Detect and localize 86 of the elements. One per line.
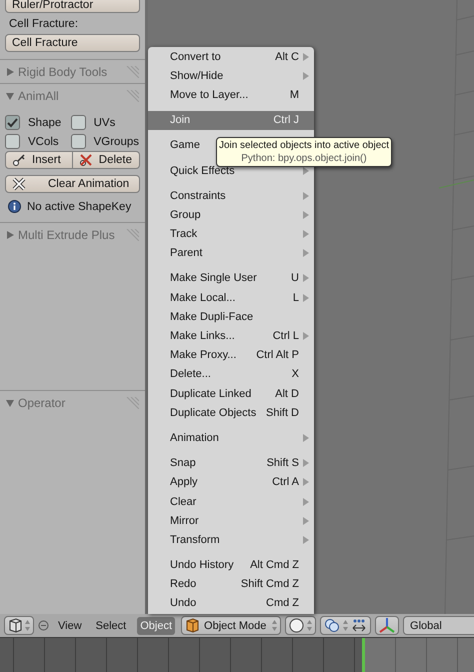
- menu-item[interactable]: Track: [148, 224, 314, 244]
- menu-item[interactable]: Delete... X: [148, 364, 314, 384]
- shortcut-text: Alt Cmd Z: [250, 559, 299, 572]
- manipulator-icon: [351, 618, 368, 633]
- menu-item[interactable]: Make Local... L: [148, 288, 314, 308]
- menu-item[interactable]: Convert to Alt C: [148, 47, 314, 66]
- checkbox[interactable]: VCols: [5, 134, 71, 149]
- shortcut-text: X: [292, 368, 299, 380]
- cube-icon: [8, 618, 22, 633]
- shortcut-text: Shift Cmd Z: [240, 578, 299, 590]
- menu-item[interactable]: Transform: [148, 530, 314, 550]
- menu-item[interactable]: Move to Layer... M: [148, 85, 314, 105]
- cube-icon: [185, 618, 200, 633]
- menu-item[interactable]: Animation: [148, 428, 314, 448]
- menu-item[interactable]: Object: [137, 616, 176, 634]
- menu-item[interactable]: Duplicate Objects Shift D: [148, 403, 314, 422]
- pivot-select[interactable]: [320, 616, 372, 635]
- shortcut-text: L: [292, 292, 299, 304]
- up-down-icon: [272, 620, 278, 631]
- up-down-icon: [25, 620, 30, 631]
- shortcut-text: Alt C: [275, 50, 299, 63]
- menu-item[interactable]: Clear: [148, 492, 314, 512]
- menu-item[interactable]: Constraints: [148, 186, 314, 206]
- cross-icon: [12, 177, 26, 191]
- shading-select[interactable]: [285, 616, 316, 635]
- checkbox-box[interactable]: [5, 134, 20, 149]
- orientation-select[interactable]: Global: [403, 616, 474, 635]
- checkbox[interactable]: Shape: [5, 115, 71, 130]
- menu-item[interactable]: Group: [148, 205, 314, 224]
- insert-button[interactable]: Insert: [5, 151, 73, 169]
- menu-item[interactable]: Join Ctrl J: [148, 110, 314, 130]
- shortcut-text: M: [290, 88, 299, 101]
- checkbox[interactable]: UVs: [70, 115, 139, 130]
- menu-item[interactable]: Select: [92, 616, 130, 634]
- checkmark-icon: [7, 118, 18, 128]
- shortcut-text: Shift S: [266, 457, 299, 470]
- menu-item[interactable]: Redo Shift Cmd Z: [148, 574, 314, 594]
- shortcut-text: Ctrl L: [272, 330, 299, 342]
- menu-item[interactable]: Make Links... Ctrl L: [148, 326, 314, 346]
- checkbox-box[interactable]: [70, 115, 86, 130]
- sphere-icon: [289, 618, 304, 633]
- shortcut-text: Ctrl Alt P: [256, 349, 299, 362]
- clear-animation-button[interactable]: Clear Animation: [5, 175, 140, 193]
- delete-key-icon: [78, 153, 93, 167]
- mode-select[interactable]: Object Mode: [181, 616, 282, 635]
- menu-item[interactable]: Show/Hide: [148, 66, 314, 86]
- menu-item[interactable]: Make Single User U: [148, 268, 314, 288]
- axis-icon: [379, 617, 396, 634]
- section-label: Cell Fracture:: [8, 17, 80, 32]
- grip-icon[interactable]: [125, 66, 139, 78]
- menu-item[interactable]: Duplicate Linked Alt D: [148, 384, 314, 404]
- pivot-icon: [324, 618, 340, 633]
- orientation-toggle[interactable]: [375, 616, 400, 635]
- checkbox-box[interactable]: [70, 134, 86, 149]
- shortcut-text: U: [291, 272, 299, 284]
- key-icon: [12, 153, 26, 167]
- tooltip-text: Join selected objects into active object: [218, 139, 390, 152]
- info-icon: [8, 200, 21, 213]
- up-down-icon: [307, 620, 312, 631]
- shortcut-text: Shift D: [266, 406, 299, 419]
- shortcut-text: Ctrl J: [273, 114, 299, 126]
- menu-item[interactable]: Parent: [148, 244, 314, 263]
- menu-item[interactable]: Make Dupli-Face: [148, 307, 314, 326]
- menu-item[interactable]: Make Proxy... Ctrl Alt P: [148, 346, 314, 365]
- shortcut-text: Cmd Z: [266, 597, 299, 610]
- grip-icon[interactable]: [125, 396, 139, 408]
- delete-button[interactable]: Delete: [72, 151, 140, 169]
- menu-item[interactable]: Undo Cmd Z: [148, 594, 314, 614]
- info-text: No active ShapeKey: [27, 200, 132, 212]
- menu-item[interactable]: Apply Ctrl A: [148, 472, 314, 492]
- grip-icon[interactable]: [125, 228, 139, 240]
- checkbox[interactable]: VGroups: [70, 134, 139, 149]
- checkbox-box[interactable]: [5, 115, 20, 130]
- editor-type-select[interactable]: [4, 616, 34, 635]
- ruler-button[interactable]: Ruler/Protractor: [5, 0, 140, 13]
- grip-icon[interactable]: [125, 90, 139, 102]
- cell-fracture-button[interactable]: Cell Fracture: [5, 34, 140, 52]
- menu-item[interactable]: View: [55, 616, 85, 634]
- up-down-icon: [343, 620, 348, 631]
- python-path-text: Python: bpy.ops.object.join(): [241, 152, 367, 165]
- menu-item[interactable]: Undo History Alt Cmd Z: [148, 556, 314, 575]
- menu-item[interactable]: Snap Shift S: [148, 454, 314, 473]
- shortcut-text: Alt D: [275, 388, 299, 400]
- shortcut-text: Ctrl A: [272, 476, 299, 488]
- menu-item[interactable]: Mirror: [148, 511, 314, 530]
- collapse-icon: [38, 620, 49, 631]
